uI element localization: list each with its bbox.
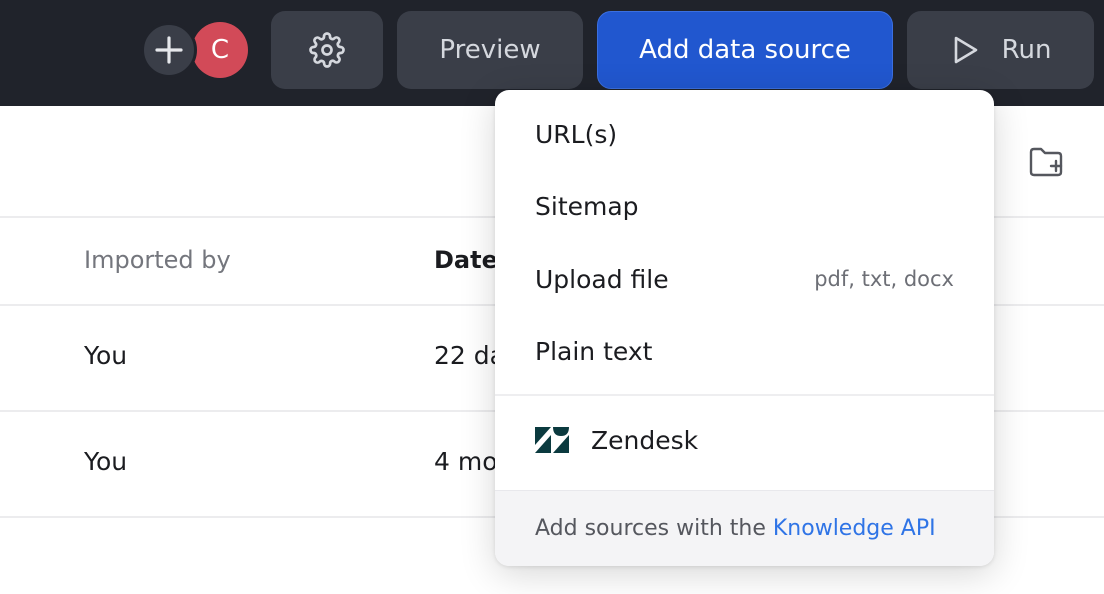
add-data-source-button[interactable]: Add data source xyxy=(597,11,893,89)
settings-button[interactable] xyxy=(271,11,383,89)
row-2-date: 4 mo xyxy=(434,447,498,476)
run-button[interactable]: Run xyxy=(907,11,1094,89)
column-header-imported-by[interactable]: Imported by xyxy=(84,246,231,274)
gear-icon xyxy=(309,32,345,68)
menu-item-label: Upload file xyxy=(535,264,669,294)
menu-divider xyxy=(495,394,994,396)
menu-item-urls[interactable]: URL(s) xyxy=(495,103,994,165)
file-types-hint: pdf, txt, docx xyxy=(814,267,954,291)
menu-footer: Add sources with the Knowledge API xyxy=(495,490,994,566)
plus-icon xyxy=(155,36,183,64)
play-icon xyxy=(954,36,977,64)
preview-button[interactable]: Preview xyxy=(397,11,583,89)
menu-item-zendesk[interactable]: Zendesk xyxy=(495,409,994,471)
preview-label: Preview xyxy=(439,35,541,65)
menu-item-sitemap[interactable]: Sitemap xyxy=(495,175,994,237)
row-2-imported-by: You xyxy=(84,447,128,476)
footer-text: Add sources with the xyxy=(535,516,766,541)
menu-item-label: Sitemap xyxy=(535,191,639,221)
user-avatar[interactable]: C xyxy=(192,22,248,78)
menu-item-upload-file[interactable]: Upload file pdf, txt, docx xyxy=(495,248,994,310)
add-member-button[interactable] xyxy=(141,22,197,78)
menu-item-label: Plain text xyxy=(535,336,653,366)
menu-item-label: Zendesk xyxy=(591,425,699,455)
avatar-initial: C xyxy=(210,35,230,65)
row-1-imported-by: You xyxy=(84,341,128,370)
add-data-source-menu: URL(s) Sitemap Upload file pdf, txt, doc… xyxy=(495,90,994,566)
run-label: Run xyxy=(1001,35,1052,65)
new-folder-icon[interactable] xyxy=(1027,143,1065,181)
menu-item-plain-text[interactable]: Plain text xyxy=(495,320,994,382)
knowledge-api-link[interactable]: Knowledge API xyxy=(773,516,936,541)
column-header-date[interactable]: Date xyxy=(434,246,498,274)
menu-item-label: URL(s) xyxy=(535,119,618,149)
add-data-source-label: Add data source xyxy=(639,35,851,65)
zendesk-icon xyxy=(535,427,569,453)
